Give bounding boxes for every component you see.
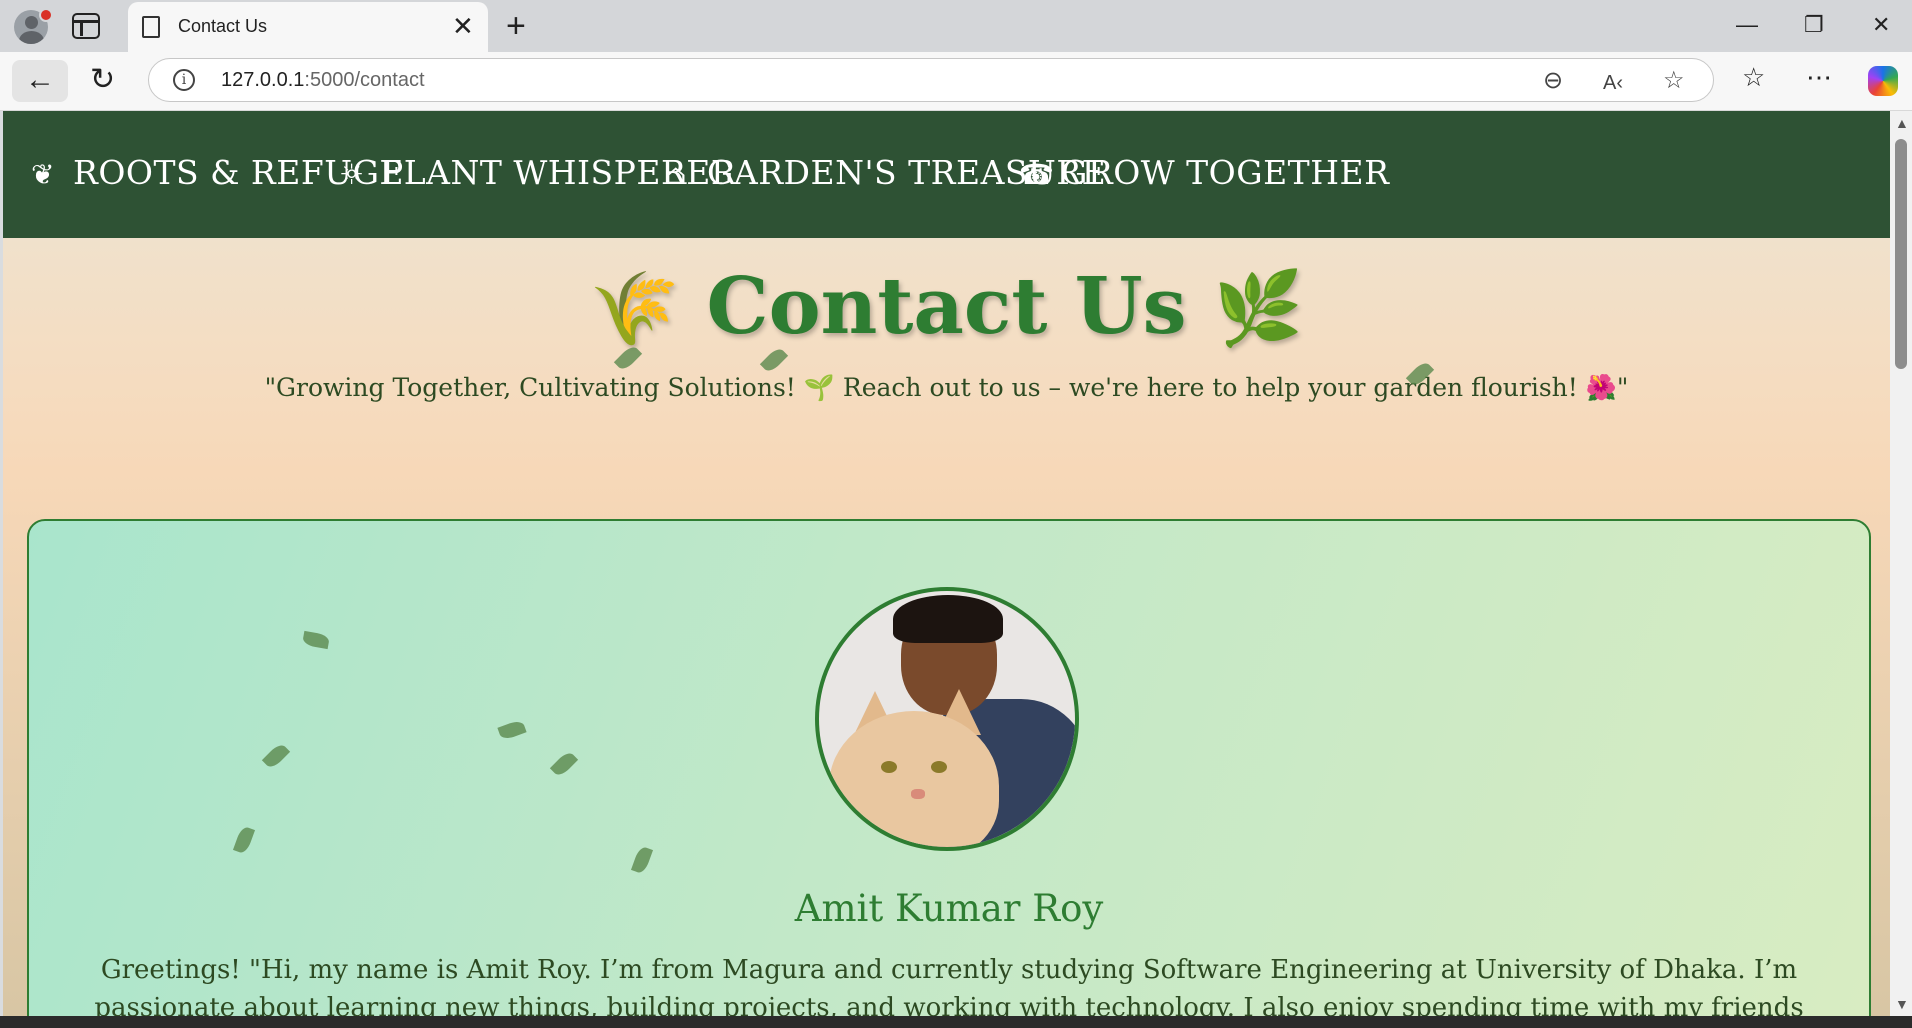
reload-icon[interactable]: ↻: [90, 62, 115, 98]
falling-leaf-icon: [301, 630, 331, 650]
zoom-out-icon[interactable]: ⊖: [1543, 67, 1563, 95]
profile-name: Amit Kumar Roy: [794, 887, 1104, 930]
profile-bio: Greetings! "Hi, my name is Amit Roy. I’m…: [94, 955, 1804, 1016]
new-tab-icon[interactable]: +: [506, 6, 526, 46]
scroll-up-icon[interactable]: ▲: [1895, 115, 1909, 131]
leaf-icon: ❦: [31, 158, 55, 191]
shopping-bag-icon: ⌂: [665, 158, 687, 191]
favorites-icon[interactable]: ☆: [1742, 62, 1765, 92]
address-bar[interactable]: i 127.0.0.1:5000/contact ⊖ A‹ ☆: [148, 58, 1714, 102]
taskbar-strip: [0, 1016, 1912, 1028]
copilot-icon[interactable]: [1868, 66, 1898, 96]
page-viewport: ❦ ROOTS & REFUGE ☼ PLANT WHISPERER ⌂ GARDEN…: [3, 111, 1890, 1016]
falling-leaf-icon: [630, 845, 654, 875]
browser-tab-bar: Contact Us ✕ + — ❐ ✕: [0, 0, 1912, 52]
profile-photo: [815, 587, 1079, 851]
scrollbar-thumb[interactable]: [1895, 139, 1907, 369]
lightbulb-icon: ☼: [339, 158, 365, 191]
tab-contact-us[interactable]: Contact Us ✕: [128, 2, 488, 52]
wheat-emoji-icon: 🌾: [589, 265, 680, 350]
notification-dot: [39, 8, 53, 22]
favorite-star-icon[interactable]: ☆: [1663, 67, 1685, 95]
site-navbar: ❦ ROOTS & REFUGE ☼ PLANT WHISPERER ⌂ GARDEN…: [3, 111, 1890, 238]
page-title: 🌾 Contact Us 🌿: [589, 261, 1304, 352]
url-text[interactable]: 127.0.0.1:5000/contact: [221, 69, 425, 92]
page-scrollbar[interactable]: ▲ ▼: [1890, 111, 1912, 1016]
falling-leaf-icon: [232, 825, 256, 855]
herb-emoji-icon: 🌿: [1213, 265, 1304, 350]
close-window-icon[interactable]: ✕: [1872, 10, 1890, 40]
seedling-emoji-icon: 🌱: [803, 373, 835, 402]
tab-actions-icon[interactable]: [72, 13, 100, 39]
minimize-icon[interactable]: —: [1736, 10, 1758, 40]
nav-grow-together[interactable]: ☎ GROW TOGETHER: [1019, 153, 1389, 192]
close-tab-icon[interactable]: ✕: [452, 11, 474, 41]
back-button[interactable]: ←: [12, 60, 68, 102]
falling-leaf-icon: [549, 749, 579, 779]
more-options-icon[interactable]: ⋯: [1806, 62, 1832, 92]
scroll-down-icon[interactable]: ▼: [1895, 996, 1909, 1012]
address-toolbar: ← ↻ i 127.0.0.1:5000/contact ⊖ A‹ ☆: [0, 52, 1912, 111]
falling-leaf-icon: [261, 741, 291, 771]
tab-title: Contact Us: [178, 16, 268, 36]
phone-icon: ☎: [1019, 158, 1055, 191]
falling-leaf-icon: [497, 718, 527, 742]
page-icon: [142, 16, 160, 38]
hibiscus-emoji-icon: 🌺: [1585, 373, 1617, 402]
page-subtitle: "Growing Together, Cultivating Solutions…: [264, 373, 1629, 402]
restore-icon[interactable]: ❐: [1804, 10, 1824, 40]
site-info-icon[interactable]: i: [173, 69, 195, 91]
read-aloud-icon[interactable]: A‹: [1603, 69, 1623, 97]
profile-card: Amit Kumar Roy Greetings! "Hi, my name i…: [27, 519, 1871, 1016]
